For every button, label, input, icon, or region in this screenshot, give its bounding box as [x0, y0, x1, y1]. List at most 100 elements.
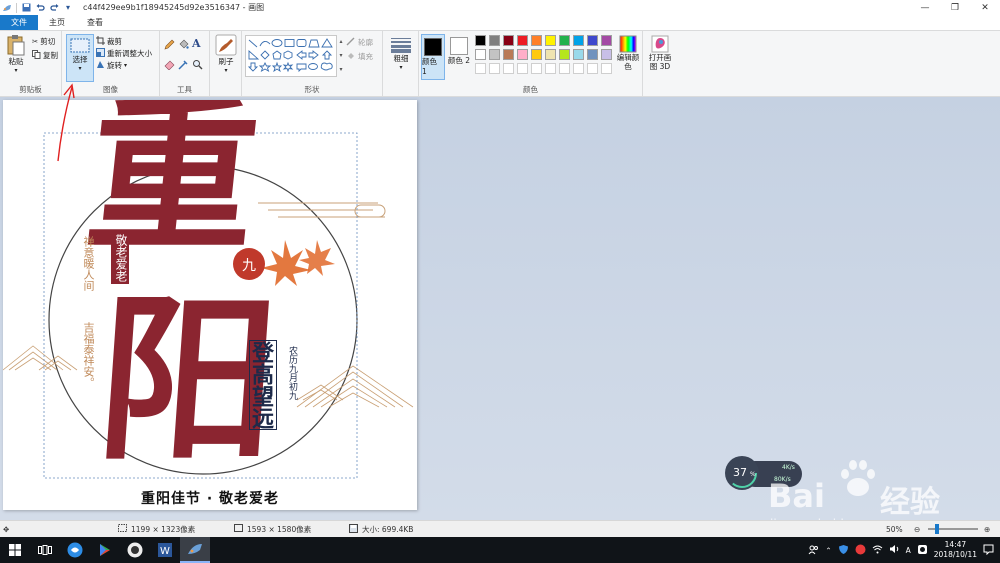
taskbar-app-word[interactable]: W	[150, 537, 180, 563]
undo-icon[interactable]	[35, 3, 45, 13]
palette-swatch[interactable]	[489, 35, 500, 46]
open-paint3d-button[interactable]: 打开画图 3D	[646, 35, 674, 71]
people-icon[interactable]	[808, 544, 819, 557]
shapes-gallery[interactable]	[245, 35, 337, 77]
select-button[interactable]: 选择 ▾	[66, 34, 94, 82]
ribbon-tabs: 文件 主页 查看	[0, 15, 1000, 30]
paste-button[interactable]: 粘贴 ▾	[3, 34, 29, 74]
crop-button[interactable]: 裁剪	[96, 36, 122, 47]
palette-swatch[interactable]	[503, 35, 514, 46]
taskbar-app-camera[interactable]	[120, 537, 150, 563]
size-dropdown-icon[interactable]: ▾	[399, 64, 402, 71]
fill-button[interactable]: 填充	[346, 51, 373, 62]
custom-color-slot[interactable]	[517, 63, 528, 74]
download-speed: 80K/s	[774, 476, 791, 483]
shapes-scroll[interactable]: ▴ ▾ ▾	[338, 35, 344, 77]
tab-home[interactable]: 主页	[38, 15, 76, 30]
quick-access-toolbar: ▾	[0, 2, 73, 13]
palette-swatch[interactable]	[545, 49, 556, 60]
custom-color-slot[interactable]	[503, 63, 514, 74]
custom-color-slot[interactable]	[573, 63, 584, 74]
input-method-indicator[interactable]: A	[906, 546, 911, 555]
action-center-icon[interactable]	[983, 544, 994, 557]
brushes-button[interactable]: 刷子 ▾	[213, 34, 239, 74]
network-speed-widget[interactable]: 37 % 4K/s 80K/s	[724, 455, 804, 491]
palette-swatch[interactable]	[531, 35, 542, 46]
color-picker-icon[interactable]	[178, 59, 189, 70]
selection-size-text: 1199 × 1323像素	[131, 524, 196, 534]
custom-color-slot[interactable]	[559, 63, 570, 74]
fill-bucket-icon[interactable]	[178, 39, 189, 50]
palette-swatch[interactable]	[503, 49, 514, 60]
custom-color-slot[interactable]	[545, 63, 556, 74]
palette-swatch[interactable]	[545, 35, 556, 46]
brushes-dropdown-icon[interactable]: ▾	[224, 67, 227, 74]
size-button[interactable]: 粗细 ▾	[388, 37, 414, 71]
palette-swatch[interactable]	[559, 35, 570, 46]
close-button[interactable]: ✕	[970, 0, 1000, 15]
volume-icon[interactable]	[889, 544, 900, 556]
eraser-icon[interactable]	[164, 59, 175, 70]
save-icon[interactable]	[21, 3, 31, 13]
wifi-icon[interactable]	[872, 545, 883, 556]
customize-toolbar-icon[interactable]: ▾	[63, 3, 73, 13]
palette-swatch[interactable]	[531, 49, 542, 60]
custom-color-slot[interactable]	[587, 63, 598, 74]
palette-swatch[interactable]	[489, 49, 500, 60]
custom-color-slot[interactable]	[601, 63, 612, 74]
custom-color-slot[interactable]	[489, 63, 500, 74]
palette-swatch[interactable]	[475, 49, 486, 60]
palette-swatch[interactable]	[573, 35, 584, 46]
task-view-button[interactable]	[30, 537, 60, 563]
palette-swatch[interactable]	[517, 35, 528, 46]
rotate-dropdown-icon[interactable]: ▾	[124, 62, 127, 69]
paste-dropdown-icon[interactable]: ▾	[14, 67, 17, 74]
palette-swatch[interactable]	[601, 35, 612, 46]
separator	[16, 2, 17, 13]
cut-button[interactable]: ✂ 剪切	[32, 36, 55, 47]
color-2-button[interactable]: 颜色 2	[447, 34, 471, 80]
palette-swatch[interactable]	[517, 49, 528, 60]
resize-button[interactable]: 重新调整大小	[96, 48, 152, 59]
palette-swatch[interactable]	[559, 49, 570, 60]
zoom-in-button[interactable]: ⊕	[984, 525, 990, 534]
edit-colors-button[interactable]: 编辑颜色	[615, 35, 641, 71]
ribbon: 粘贴 ▾ ✂ 剪切 复制 剪贴板 选择 ▾ 裁剪 重新调整大小 旋转 ▾ 图像 …	[0, 30, 1000, 97]
show-hidden-icons-chevron[interactable]: ⌃	[825, 546, 831, 555]
palette-swatch[interactable]	[587, 35, 598, 46]
custom-color-slot[interactable]	[531, 63, 542, 74]
rotate-icon	[96, 60, 105, 71]
tab-view[interactable]: 查看	[76, 15, 114, 30]
palette-swatch[interactable]	[601, 49, 612, 60]
palette-swatch[interactable]	[475, 35, 486, 46]
canvas-area[interactable]: 九 重 阳 敬老爱老 禅意暖人间 吉福泰祥安。 登高望远 农历九月初九 重阳佳节…	[0, 83, 1000, 520]
redo-icon[interactable]	[49, 3, 59, 13]
notification-badge-icon[interactable]	[917, 544, 928, 557]
outline-button[interactable]: 轮廓	[346, 37, 373, 48]
shield-icon[interactable]	[838, 544, 849, 557]
select-dropdown-icon[interactable]: ▾	[78, 65, 81, 72]
taskbar-app-store[interactable]	[90, 537, 120, 563]
restore-button[interactable]: ❐	[940, 0, 970, 15]
magnifier-icon[interactable]	[192, 59, 203, 70]
taskbar-app-browser[interactable]	[60, 537, 90, 563]
pencil-icon[interactable]	[164, 39, 175, 50]
text-tool-icon[interactable]: A	[192, 37, 201, 50]
zoom-slider-thumb[interactable]	[935, 524, 939, 534]
clock[interactable]: 14:47 2018/10/11	[934, 540, 977, 560]
palette-swatch[interactable]	[587, 49, 598, 60]
cpu-percent: 37	[733, 466, 747, 479]
paste-icon	[7, 35, 25, 56]
antivirus-icon[interactable]	[855, 544, 866, 557]
taskbar-app-paint[interactable]	[180, 537, 210, 563]
tab-file[interactable]: 文件	[0, 15, 38, 30]
copy-button[interactable]: 复制	[32, 50, 58, 61]
color-1-button[interactable]: 颜色 1	[421, 34, 445, 80]
rotate-button[interactable]: 旋转 ▾	[96, 60, 127, 71]
custom-color-slot[interactable]	[475, 63, 486, 74]
start-button[interactable]	[0, 537, 30, 563]
palette-swatch[interactable]	[573, 49, 584, 60]
seal-jinglao: 敬老爱老	[111, 232, 129, 284]
zoom-out-button[interactable]: ⊖	[914, 525, 920, 534]
minimize-button[interactable]: —	[910, 0, 940, 15]
